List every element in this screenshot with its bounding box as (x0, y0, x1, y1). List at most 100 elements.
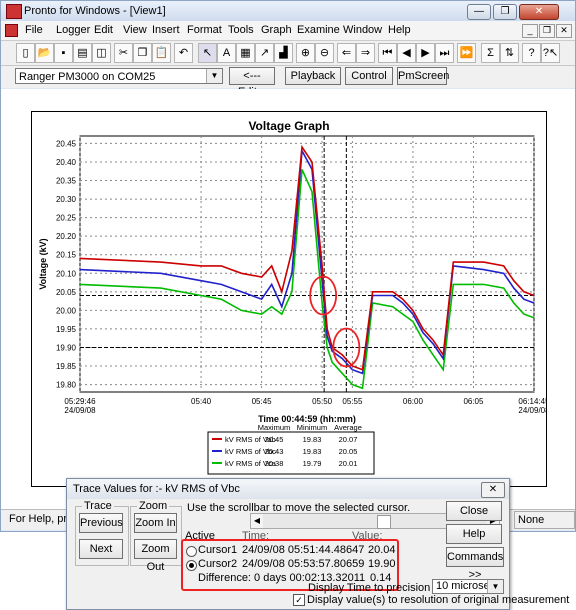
last-icon[interactable]: ⏭ (435, 43, 454, 63)
print-preview-icon[interactable]: ◫ (92, 43, 111, 63)
minimize-button[interactable]: — (467, 4, 491, 20)
precision-select[interactable]: 10 microsecs ▼ (432, 579, 504, 594)
legend-header: Minimum (297, 423, 327, 432)
first-icon[interactable]: ⏮ (378, 43, 397, 63)
open-icon[interactable]: 📂 (35, 43, 54, 63)
plot-area (79, 135, 535, 393)
window-title: Pronto for Windows - [View1] (24, 5, 166, 17)
pointer-icon[interactable]: ↖ (198, 43, 217, 63)
help-button[interactable]: Help (446, 524, 502, 544)
y-tick-label: 20.40 (56, 158, 77, 167)
fast-forward-icon[interactable]: ⏩ (457, 43, 476, 63)
cut-icon[interactable]: ✂ (114, 43, 133, 63)
undo-icon[interactable]: ↶ (174, 43, 193, 63)
app-icon (6, 4, 22, 19)
y-tick-label: 20.20 (56, 232, 77, 241)
zoom-in-button[interactable]: Zoom In (134, 513, 177, 533)
graph-icon[interactable]: ▟ (274, 43, 293, 63)
y-tick-label: 19.90 (56, 343, 77, 352)
menu-graph[interactable]: Graph (261, 24, 292, 36)
mdi-minimize-button[interactable]: _ (522, 24, 538, 38)
legend-maximum: 20.43 (265, 447, 284, 456)
table-icon[interactable]: ▦ (236, 43, 255, 63)
device-select-value: Ranger PM3000 on COM25 (19, 71, 156, 83)
zoom-out-button[interactable]: Zoom Out (134, 539, 177, 573)
menu-tools[interactable]: Tools (228, 24, 254, 36)
menu-window[interactable]: Window (343, 24, 382, 36)
text-tool-icon[interactable]: A (217, 43, 236, 63)
main-window: Pronto for Windows - [View1] — ❐ ✕ File … (0, 0, 576, 532)
x-tick-label: 05:50 (312, 397, 333, 406)
next-button[interactable]: Next (79, 539, 123, 559)
x-tick-label: 06:00 (403, 397, 424, 406)
new-icon[interactable]: ▯ (16, 43, 35, 63)
previous-icon[interactable]: ◀ (397, 43, 416, 63)
mdi-restore-button[interactable]: ❐ (539, 24, 555, 38)
zoom-group: Zoom Zoom In Zoom Out (130, 500, 182, 573)
menu-bar: File Logger Edit View Insert Format Tool… (1, 21, 575, 41)
previous-button[interactable]: Previous (79, 513, 123, 533)
menu-edit[interactable]: Edit (94, 24, 113, 36)
menu-file[interactable]: File (25, 24, 43, 36)
y-tick-label: 20.05 (56, 288, 77, 297)
x-tick-label: 05:29:46 (64, 397, 96, 406)
scroll-thumb[interactable] (377, 515, 391, 529)
precision-label: Display Time to precision of: (308, 582, 446, 594)
voltage-graph[interactable]: Voltage Graph Voltage (kV) 20.45 20.40 20.35… (31, 111, 550, 487)
trace-group: Trace Previous Next (75, 500, 129, 566)
commands-button[interactable]: Commands >> (446, 547, 504, 581)
copy-icon[interactable]: ❐ (133, 43, 152, 63)
resolution-checkbox[interactable]: ✓ (293, 594, 305, 606)
menu-format[interactable]: Format (187, 24, 222, 36)
trace-values-dialog: Trace Values for :- kV RMS of Vbc ✕ Trac… (66, 478, 569, 610)
save-icon[interactable]: ▪ (54, 43, 73, 63)
mdi-close-button[interactable]: ✕ (556, 24, 572, 38)
menu-logger[interactable]: Logger (56, 24, 90, 36)
legend-header: Average (334, 423, 362, 432)
forward-arrow-icon[interactable]: ⇒ (356, 43, 375, 63)
x-tick-label: 06:14:45 (518, 397, 546, 406)
y-tick-label: 20.15 (56, 251, 77, 260)
chevron-down-icon[interactable]: ▼ (206, 69, 222, 83)
main-toolbar: ▯ 📂 ▪ ▤ ◫ ✂ ❐ 📋 ↶ ↖ A ▦ ↗ ▟ ⊕ ⊖ ⇐ ⇒ ⏮ ◀ … (1, 41, 575, 66)
next-icon[interactable]: ▶ (416, 43, 435, 63)
menu-examine[interactable]: Examine (297, 24, 340, 36)
document-icon[interactable] (5, 24, 18, 37)
x-tick-date: 24/09/08 (64, 406, 96, 415)
help-icon[interactable]: ? (522, 43, 541, 63)
y-tick-label: 20.45 (56, 139, 77, 148)
control-button[interactable]: Control (345, 67, 393, 85)
scroll-left-icon[interactable]: ◀ (251, 514, 263, 528)
dialog-title-bar[interactable]: Trace Values for :- kV RMS of Vbc ✕ (67, 479, 509, 499)
playback-button[interactable]: Playback (285, 67, 341, 85)
menu-view[interactable]: View (123, 24, 147, 36)
chevron-down-icon[interactable]: ▼ (487, 580, 503, 593)
close-button[interactable]: ✕ (519, 4, 559, 20)
y-tick-label: 20.00 (56, 306, 77, 315)
legend-minimum: 19.83 (303, 435, 322, 444)
status-indicator: None (514, 511, 575, 529)
print-icon[interactable]: ▤ (73, 43, 92, 63)
sum-icon[interactable]: Σ (481, 43, 500, 63)
pmscreen-button[interactable]: PmScreen (397, 67, 449, 85)
menu-insert[interactable]: Insert (152, 24, 180, 36)
sliders-icon[interactable]: ⇅ (500, 43, 519, 63)
back-arrow-icon[interactable]: ⇐ (337, 43, 356, 63)
y-tick-label: 20.10 (56, 269, 77, 278)
title-bar[interactable]: Pronto for Windows - [View1] — ❐ ✕ (1, 1, 575, 21)
zoom-in-icon[interactable]: ⊕ (296, 43, 315, 63)
line-tool-icon[interactable]: ↗ (255, 43, 274, 63)
close-dialog-button[interactable]: Close (446, 501, 502, 521)
dialog-close-icon[interactable]: ✕ (481, 482, 505, 498)
context-help-icon[interactable]: ?↖ (541, 43, 560, 63)
restore-button[interactable]: ❐ (493, 4, 517, 20)
legend-minimum: 19.83 (303, 447, 322, 456)
y-tick-label: 19.95 (56, 325, 77, 334)
device-select[interactable]: Ranger PM3000 on COM25 ▼ (15, 68, 223, 84)
menu-help[interactable]: Help (388, 24, 411, 36)
paste-icon[interactable]: 📋 (152, 43, 171, 63)
x-tick-date: 24/09/08 (518, 406, 546, 415)
edit-button[interactable]: <--- Edit... (229, 67, 275, 98)
zoom-out-icon[interactable]: ⊖ (315, 43, 334, 63)
trace-group-label: Trace (82, 500, 114, 512)
